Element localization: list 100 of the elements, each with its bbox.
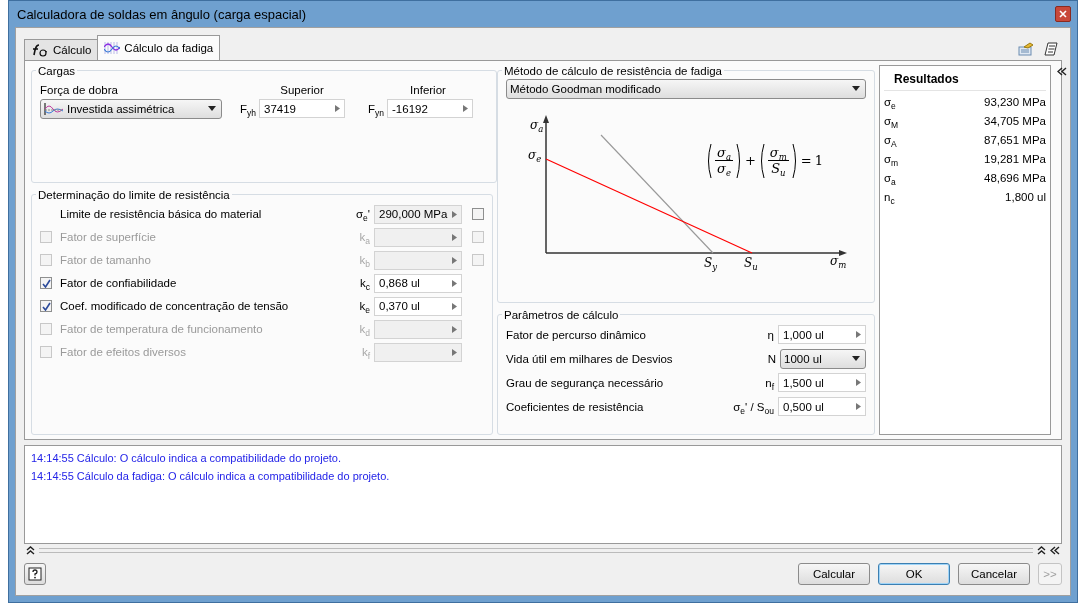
spin-arrow-icon[interactable] [335, 105, 340, 113]
results-title: Resultados [884, 67, 1046, 91]
field-label: Superior [280, 82, 324, 98]
result-symbol: σ$_{M}$ [884, 115, 899, 128]
log-message: 14:14:55 Cálculo da fadiga: O cálculo indica a compatibilidade do projeto. [31, 469, 391, 484]
load-type-dropdown[interactable]: Investida assimétrica [40, 98, 222, 119]
checkbox[interactable] [40, 323, 52, 336]
parenthesis-icon [791, 142, 798, 179]
symbol-label: σ$_{e}$' / S$_{ou}$ [733, 400, 775, 413]
notes-icon[interactable] [1044, 41, 1058, 56]
close-button[interactable] [1055, 6, 1071, 22]
number-field[interactable] [374, 250, 462, 270]
symbol-label: n$_{f}$ [765, 376, 775, 389]
spin-arrow-icon[interactable] [452, 279, 457, 287]
axis-label: σ$_{m}$ [830, 254, 847, 267]
result-value: 1,800 ul [1005, 191, 1046, 204]
symbol-label: k$_{e}$ [358, 300, 371, 313]
spin-arrow-icon[interactable] [452, 325, 457, 333]
method-dropdown[interactable]: Método Goodman modificado [506, 78, 866, 99]
symbol-label: k$_{d}$ [358, 323, 371, 336]
spin-arrow-icon[interactable] [452, 256, 457, 264]
parenthesis-icon [735, 142, 742, 179]
formula-fraction: σ$_{m}$ S$_{u}$ [767, 145, 789, 177]
result-symbol: σ$_{a}$ [884, 172, 896, 185]
checkbox[interactable] [472, 208, 484, 221]
checkbox[interactable] [40, 277, 52, 290]
symbol-label: k$_{b}$ [358, 254, 371, 267]
field-label: Coeficientes de resistência [506, 400, 645, 413]
check-icon [41, 278, 51, 288]
table-settings-icon[interactable] [1018, 41, 1034, 56]
help-icon [28, 567, 42, 582]
result-value: 87,651 MPa [984, 134, 1046, 147]
symbol-label: η [767, 328, 775, 341]
wave-chart-icon [104, 40, 121, 55]
number-field[interactable]: 1,000 ul [778, 325, 866, 345]
number-field[interactable]: 37419 [259, 99, 345, 119]
tab[interactable]: Cálculo da fadiga [97, 34, 221, 60]
number-field[interactable] [374, 227, 462, 247]
result-value: 48,696 MPa [984, 172, 1046, 185]
log-message: 14:14:55 Cálculo: O cálculo indica a compatibilidade do projeto. [31, 451, 343, 466]
expand-up-icon[interactable] [1037, 545, 1046, 556]
spin-arrow-icon[interactable] [856, 379, 861, 387]
symbol-label: N [767, 352, 777, 365]
number-field[interactable] [374, 342, 462, 362]
field-label: Força de dobra [40, 82, 119, 98]
expand-up-icon[interactable] [26, 545, 35, 556]
spin-arrow-icon[interactable] [452, 348, 457, 356]
option-label: Fator de tamanho [60, 254, 152, 267]
number-field[interactable]: 0,370 ul [374, 296, 462, 316]
option-label: Fator de superfície [60, 231, 157, 244]
checkbox[interactable] [472, 231, 484, 244]
number-field[interactable]: -16192 [387, 99, 473, 119]
spin-arrow-icon[interactable] [452, 302, 457, 310]
result-value: 19,281 MPa [984, 153, 1046, 166]
checkbox[interactable] [40, 231, 52, 244]
checkbox[interactable] [40, 254, 52, 267]
symbol-label: k$_{a}$ [358, 231, 371, 244]
option-label: Fator de temperatura de funcionamento [60, 323, 264, 336]
result-value: 93,230 MPa [984, 96, 1046, 109]
number-field[interactable]: 290,000 MPa [374, 204, 462, 224]
dialog-button[interactable]: Calcular [798, 563, 870, 586]
formula-operator: = [800, 153, 812, 169]
tab[interactable]: Cálculo [24, 38, 99, 60]
option-label: Fator de efeitos diversos [60, 346, 187, 359]
group-title: Cargas [37, 64, 77, 77]
formula-value: 1 [814, 153, 823, 169]
axis-label: σ$_{a}$ [530, 118, 544, 131]
symbol-label: k$_{c}$ [359, 277, 371, 290]
formula-fraction: σ$_{a}$ σ$_{e}$ [715, 145, 733, 177]
symbol-label: σ$_{e}$' [354, 208, 371, 221]
number-field[interactable] [374, 319, 462, 339]
collapse-icon[interactable] [1057, 66, 1067, 76]
result-symbol: σ$_{m}$ [884, 153, 899, 166]
checkbox[interactable] [472, 254, 484, 267]
dropdown-value: Investida assimétrica [67, 102, 175, 115]
spin-arrow-icon[interactable] [856, 331, 861, 339]
result-value: 34,705 MPa [984, 115, 1046, 128]
parenthesis-icon [758, 142, 765, 179]
collapse-icon[interactable] [1050, 545, 1060, 555]
dialog-button[interactable]: Cancelar [958, 563, 1030, 586]
dialog-button[interactable]: OK [878, 563, 950, 586]
number-field[interactable]: 0,868 ul [374, 273, 462, 293]
check-icon [41, 301, 51, 311]
group-title: Método de cálculo de resistência de fadiga [503, 64, 723, 77]
formula-operator: + [744, 153, 756, 169]
spin-arrow-icon[interactable] [452, 233, 457, 241]
help-button[interactable] [24, 563, 46, 586]
spin-arrow-icon[interactable] [463, 105, 468, 113]
number-field[interactable]: 1,500 ul [778, 373, 866, 393]
number-field[interactable]: 0,500 ul [778, 397, 866, 417]
field-label: Inferior [410, 82, 446, 98]
field-label: Fator de percurso dinâmico [506, 328, 647, 341]
checkbox[interactable] [40, 346, 52, 359]
field-label: Vida útil em milhares de Desvios [506, 352, 674, 365]
caret-icon [852, 356, 860, 362]
spin-arrow-icon[interactable] [856, 403, 861, 411]
checkbox[interactable] [40, 300, 52, 313]
dropdown[interactable]: 1000 ul [780, 348, 866, 369]
spin-arrow-icon[interactable] [452, 210, 457, 218]
result-symbol: σ$_{A}$ [884, 134, 897, 147]
